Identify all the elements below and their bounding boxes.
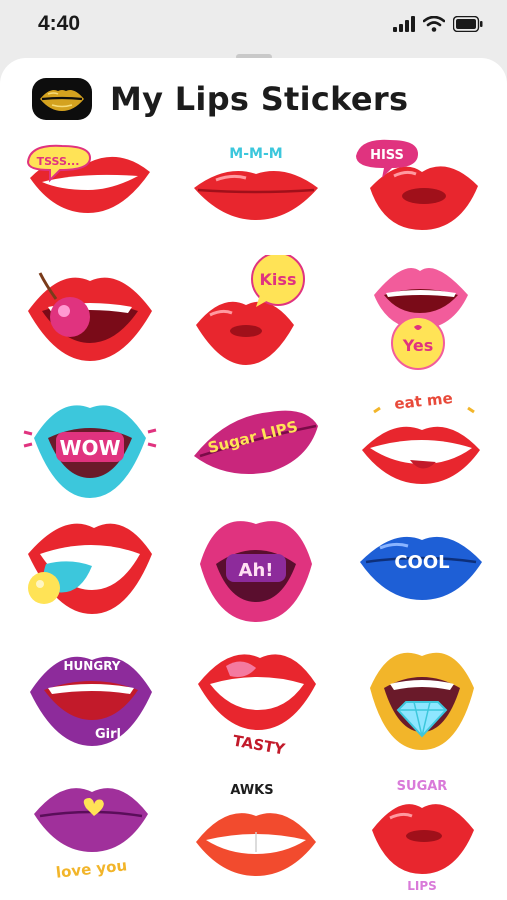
sticker-ah[interactable]: Ah! [186, 506, 326, 626]
sticker-label: HISS [370, 148, 404, 163]
sticker-label: Ah! [239, 560, 274, 581]
sticker-label: WOW [59, 436, 120, 460]
sticker-yes[interactable]: Yes [350, 255, 490, 375]
sticker-awks[interactable]: AWKS [186, 770, 326, 890]
sticker-mmm[interactable]: M-M-M [186, 138, 326, 258]
sticker-label: eat me [393, 389, 453, 413]
page-title: My Lips Stickers [110, 80, 409, 118]
sticker-tasty[interactable]: TASTY [186, 638, 326, 758]
sticker-label: HUNGRY [64, 659, 121, 673]
sticker-diamond[interactable] [350, 638, 490, 758]
sticker-hungry-girl[interactable]: HUNGRY Girl [20, 638, 160, 758]
sticker-cool[interactable]: COOL [350, 506, 490, 626]
sticker-eat-me[interactable]: eat me [350, 386, 490, 506]
wifi-icon [423, 16, 445, 32]
cellular-signal-icon [393, 16, 415, 32]
sticker-hiss[interactable]: HISS [350, 138, 490, 258]
sticker-sublabel: LIPS [407, 879, 437, 890]
sticker-kiss[interactable]: Kiss [186, 255, 326, 375]
sticker-label: SUGAR [397, 779, 448, 794]
status-bar: 4:40 [0, 0, 507, 52]
sticker-love-you[interactable]: love you [20, 770, 160, 890]
sticker-sugar-lips-kiss[interactable]: SUGAR LIPS [350, 770, 490, 890]
app-icon [32, 78, 92, 120]
status-time: 4:40 [38, 12, 81, 35]
status-icons [393, 16, 483, 32]
sticker-sugar-lips[interactable]: Sugar LIPS [186, 386, 326, 506]
sticker-label: M-M-M [229, 146, 282, 162]
sticker-label: TASTY [231, 732, 287, 758]
sticker-sublabel: Girl [95, 727, 121, 742]
sticker-label: love you [55, 856, 128, 881]
sticker-sheet: My Lips Stickers TSSS... M-M-M HISS Kiss… [0, 58, 507, 900]
battery-icon [453, 16, 483, 32]
sticker-wow[interactable]: WOW [20, 386, 160, 506]
header: My Lips Stickers [0, 58, 507, 138]
sticker-tsss[interactable]: TSSS... [20, 138, 160, 258]
sticker-cherry[interactable] [20, 255, 160, 375]
sticker-label: COOL [394, 552, 449, 573]
sticker-label: Yes [402, 336, 434, 355]
sticker-label: TSSS... [37, 155, 80, 168]
sticker-tongue-candy[interactable] [20, 506, 160, 626]
sticker-label: Kiss [260, 270, 297, 289]
sticker-label: AWKS [230, 783, 273, 798]
